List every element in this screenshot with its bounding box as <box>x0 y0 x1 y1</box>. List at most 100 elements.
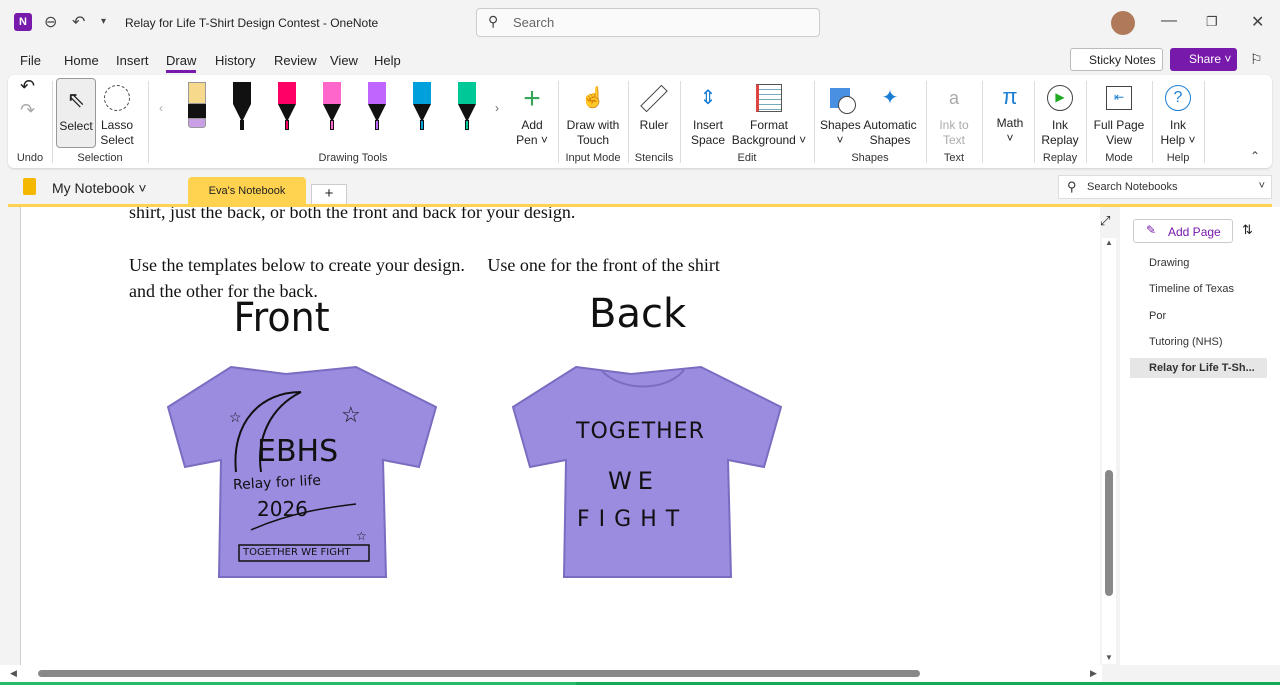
group-input-mode-label: Input Mode <box>565 152 621 164</box>
scroll-down-icon[interactable]: ▼ <box>1105 653 1113 662</box>
ink-help-label2: Help ˅ <box>1160 133 1196 147</box>
search-icon: ⚲ <box>488 13 499 29</box>
ink-replay-button[interactable]: ▶ Ink Replay <box>1038 78 1082 148</box>
tab-history[interactable]: History <box>215 53 255 68</box>
pen-5[interactable] <box>368 82 386 132</box>
scroll-right-icon[interactable]: › <box>495 101 499 116</box>
feedback-icon[interactable]: ⚐ <box>1250 51 1263 68</box>
page-item[interactable]: Timeline of Texas <box>1149 283 1234 295</box>
page-item[interactable]: Drawing <box>1149 257 1189 269</box>
page-canvas[interactable]: shirt, just the back, or both the front … <box>20 207 942 665</box>
tab-file[interactable]: File <box>20 53 41 68</box>
svg-text:☆: ☆ <box>341 402 361 427</box>
scroll-left-icon[interactable]: ◀ <box>10 668 17 679</box>
add-section-button[interactable]: + <box>311 184 347 206</box>
notebook-picker[interactable]: My Notebook ˅ <box>52 180 147 196</box>
page-item[interactable]: Tutoring (NHS) <box>1149 336 1223 348</box>
tab-home[interactable]: Home <box>64 53 99 68</box>
vertical-scrollbar[interactable]: ▲ ▼ <box>1102 238 1116 664</box>
page-item[interactable]: Por <box>1149 310 1166 322</box>
close-icon[interactable]: ✕ <box>1251 12 1264 32</box>
body-text-line2: Use the templates below to create your d… <box>129 255 720 275</box>
minimize-icon[interactable]: — <box>1161 12 1177 30</box>
notebook-bar: My Notebook ˅ Eva's Notebook + Search No… <box>0 172 1280 206</box>
tab-review[interactable]: Review <box>274 53 317 68</box>
group-undo-label: Undo <box>16 152 44 164</box>
share-label: Share <box>1189 52 1222 66</box>
ruler-button[interactable]: Ruler <box>634 78 674 133</box>
undo-icon[interactable]: ↶ <box>72 12 85 32</box>
full-page-view-button[interactable]: ⇤ Full Page View <box>1090 78 1148 148</box>
shapes-button[interactable]: Shapes ˅ <box>820 78 861 148</box>
search-icon: ⚲ <box>1067 179 1077 194</box>
add-page-button[interactable]: ✎ Add Page <box>1133 219 1233 243</box>
pen-2[interactable] <box>233 82 251 132</box>
front-text-year: 2026 <box>257 497 308 521</box>
add-pen-button[interactable]: + Add Pen ˅ <box>513 78 551 148</box>
scroll-left-icon[interactable]: ‹ <box>159 101 163 116</box>
replay-icon: ▶ <box>1038 78 1082 118</box>
search-notebooks-placeholder: Search Notebooks <box>1087 181 1178 193</box>
restore-icon[interactable]: ❐ <box>1206 14 1218 30</box>
sticky-notes-button[interactable]: Sticky Notes <box>1070 48 1163 71</box>
vertical-scroll-thumb[interactable] <box>1105 470 1113 596</box>
back-icon[interactable]: ⊖ <box>44 12 57 32</box>
scroll-up-icon[interactable]: ▲ <box>1105 238 1113 247</box>
ink-to-text-button: a Ink to Text <box>932 78 976 148</box>
math-button[interactable]: π Math ˅ <box>988 76 1032 146</box>
sort-pages-icon[interactable]: ⇅ <box>1242 222 1253 238</box>
ink-text-label1: Ink to <box>939 118 969 132</box>
lasso-label2: Select <box>100 133 134 147</box>
insert-space-label1: Insert <box>692 118 723 132</box>
lasso-select-button[interactable]: Lasso Select <box>98 78 136 148</box>
tab-draw[interactable]: Draw <box>166 53 197 73</box>
ink-replay-label2: Replay <box>1041 133 1079 147</box>
search-input[interactable]: Search <box>476 8 820 37</box>
ink-help-button[interactable]: ? Ink Help ˅ <box>1156 78 1200 148</box>
search-notebooks-input[interactable]: Search Notebooks ⚲ ˅ <box>1058 175 1272 199</box>
section-tab-evas-notebook[interactable]: Eva's Notebook <box>188 177 306 206</box>
ink-help-label1: Ink <box>1169 118 1186 132</box>
pen-1[interactable] <box>188 82 206 132</box>
insert-space-button[interactable]: ⇕ Insert Space <box>686 78 730 148</box>
horizontal-scrollbar[interactable]: ◀ ▶ <box>0 665 1102 682</box>
add-pen-label2: Pen ˅ <box>516 133 548 147</box>
pen-7[interactable] <box>458 82 476 132</box>
undo-icon[interactable]: ↶ <box>20 77 35 95</box>
add-pen-label1: Add <box>521 118 543 132</box>
page-item[interactable]: Relay for Life T-Sh... <box>1130 358 1267 379</box>
menu-bar: File Home Insert Draw History Review Vie… <box>0 48 1280 74</box>
avatar[interactable] <box>1111 11 1135 35</box>
tab-help[interactable]: Help <box>374 53 401 68</box>
tab-insert[interactable]: Insert <box>116 53 149 68</box>
collapse-ribbon-icon[interactable]: ⌃ <box>1250 149 1260 164</box>
chevron-down-icon: ˅ <box>1258 180 1265 192</box>
pen-4[interactable] <box>323 82 341 132</box>
arrow-cursor-icon: ⇖ <box>66 86 86 112</box>
pen-3[interactable] <box>278 82 296 132</box>
back-text-we: WE <box>608 467 659 495</box>
insert-space-icon: ⇕ <box>699 86 717 109</box>
format-background-button[interactable]: Format Background ˅ <box>730 78 808 148</box>
scroll-right-icon[interactable]: ▶ <box>1090 668 1097 679</box>
draw-with-touch-button[interactable]: ☝ Draw with Touch <box>564 78 622 148</box>
back-text-fight: FIGHT <box>577 507 689 532</box>
help-icon: ? <box>1156 78 1200 118</box>
search-placeholder: Search <box>513 15 555 30</box>
math-chevron: ˅ <box>1006 131 1014 145</box>
group-stencils-label: Stencils <box>634 152 674 164</box>
select-button[interactable]: ⇖ Select <box>56 78 96 148</box>
add-page-icon: ✎ <box>1146 223 1157 237</box>
share-button[interactable]: Share ˅ <box>1170 48 1237 71</box>
draw-touch-label2: Touch <box>576 133 610 147</box>
tab-view[interactable]: View <box>330 53 358 68</box>
pen-6[interactable] <box>413 82 431 132</box>
shapes-icon <box>820 78 860 118</box>
customize-qat-icon[interactable]: ▾ <box>101 16 106 27</box>
expand-icon[interactable]: ⤢ <box>1100 213 1110 229</box>
touch-hand-icon: ☝ <box>580 86 606 109</box>
horizontal-scroll-thumb[interactable] <box>38 670 920 677</box>
svg-text:☆: ☆ <box>229 409 242 425</box>
automatic-shapes-button[interactable]: ✦ Automatic Shapes <box>862 78 918 148</box>
ruler-icon <box>634 78 674 118</box>
